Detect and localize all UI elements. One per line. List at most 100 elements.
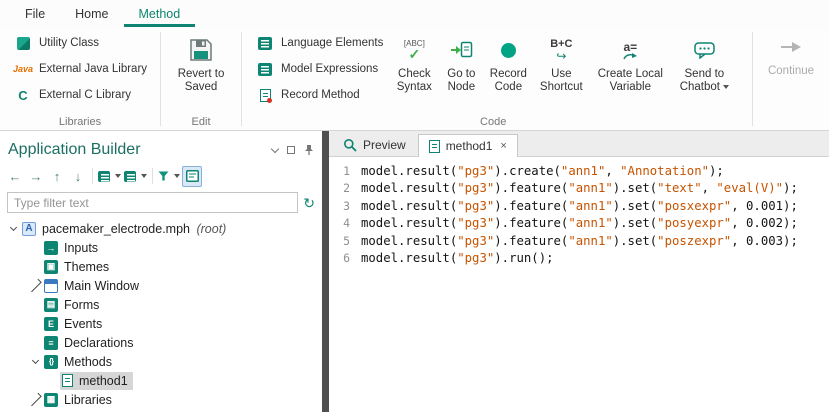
tab-method[interactable]: Method [124,0,196,27]
chevron-down-icon[interactable] [9,224,16,231]
continue-button[interactable]: Continue [755,27,827,130]
tab-preview[interactable]: Preview [332,133,417,156]
tab-method1[interactable]: method1 × [418,134,518,157]
code-editor[interactable]: 1 model.result("pg3").create("ann1", "An… [329,157,829,412]
java-icon: Java [13,64,33,74]
forward-arrow-icon: → [30,170,43,183]
application-tree: A pacemaker_electrode.mph (root) → Input… [0,217,322,412]
send-to-chatbot-label: Send to Chatbot [680,68,724,93]
grouping-menu-button[interactable] [97,166,122,187]
move-down-button[interactable]: ↓ [68,166,88,187]
code-text[interactable]: model.result("pg3").feature("ann1").set(… [361,234,798,248]
code-line[interactable]: 5 model.result("pg3").feature("ann1").se… [329,232,829,250]
model-expressions-button[interactable]: Model Expressions [248,56,390,82]
editor-view-icon [186,170,199,182]
nav-back-button[interactable]: ← [5,166,25,187]
go-to-node-label: Go to Node [439,68,483,94]
revert-to-saved-button[interactable]: Revert to Saved [169,30,233,108]
editor-toggle-button[interactable] [182,166,202,187]
code-line[interactable]: 4 model.result("pg3").feature("ann1").se… [329,215,829,233]
methods-icon: {} [44,355,58,369]
tab-file[interactable]: File [10,0,60,27]
tree-row-libraries[interactable]: ▦ Libraries [0,390,322,409]
tree-item-label: Themes [64,260,109,274]
utility-class-icon [17,37,30,50]
close-tab-icon[interactable]: × [500,140,506,152]
tab-method1-label: method1 [446,139,493,153]
language-elements-icon [258,37,272,50]
tree-row-inputs[interactable]: → Inputs [0,238,322,257]
create-local-variable-button[interactable]: a= Create Local Variable [590,30,670,114]
tree-item-label: Forms [64,298,99,312]
tree-row-declarations[interactable]: ≡ Declarations [0,333,322,352]
check-syntax-button[interactable]: [ABC] ✓ Check Syntax [390,30,438,114]
external-java-library-button[interactable]: Java External Java Library [6,56,154,82]
method-document-icon [62,374,73,387]
send-to-chatbot-button[interactable]: Send to Chatbot [670,30,738,114]
continue-label: Continue [768,65,814,78]
panel-float-icon[interactable] [287,146,295,154]
model-expressions-label: Model Expressions [281,63,378,75]
chevron-down-icon[interactable] [31,357,38,364]
tree-row-method1[interactable]: method1 [0,371,322,390]
nav-forward-button[interactable]: → [26,166,46,187]
code-line[interactable]: 3 model.result("pg3").feature("ann1").se… [329,197,829,215]
chevron-right-icon[interactable] [28,393,41,406]
editor-tab-bar: Preview method1 × [329,131,829,157]
events-icon: E [44,317,58,331]
line-number: 6 [329,251,361,265]
group-label-code: Code [244,116,742,128]
group-label-edit: Edit [163,116,239,128]
code-text[interactable]: model.result("pg3").create("ann1", "Anno… [361,164,724,178]
record-method-label: Record Method [281,89,360,101]
code-line[interactable]: 2 model.result("pg3").feature("ann1").se… [329,180,829,198]
panel-splitter[interactable] [322,131,329,412]
go-to-node-button[interactable]: Go to Node [438,30,484,114]
code-text[interactable]: model.result("pg3").feature("ann1").set(… [361,216,798,230]
tree-item-label: Events [64,317,102,331]
preview-magnifier-icon [343,138,357,152]
editor-panel: Preview method1 × 1 model.result("pg3").… [329,131,829,412]
a-equals-icon: a= [624,41,638,53]
language-elements-button[interactable]: Language Elements [248,30,390,56]
record-code-button[interactable]: Record Code [484,30,532,114]
ribbon: Utility Class Java External Java Library… [0,27,829,131]
ribbon-separator [752,32,753,126]
line-number: 4 [329,216,361,230]
ribbon-group-code: Language Elements Model Expressions Reco… [244,27,742,130]
chevron-down-icon [115,174,121,178]
move-up-button[interactable]: ↑ [47,166,67,187]
code-line[interactable]: 6 model.result("pg3").run(); [329,250,829,268]
code-text[interactable]: model.result("pg3").run(); [361,251,554,265]
up-arrow-icon: ↑ [54,170,61,183]
tab-home[interactable]: Home [60,0,123,27]
code-text[interactable]: model.result("pg3").feature("ann1").set(… [361,199,798,213]
tree-row-forms[interactable]: ▤ Forms [0,295,322,314]
record-method-button[interactable]: Record Method [248,82,390,108]
external-c-library-button[interactable]: C External C Library [6,82,154,108]
tree-row-root[interactable]: A pacemaker_electrode.mph (root) [0,219,322,238]
sort-menu-button[interactable] [123,166,148,187]
tree-row-themes[interactable]: ▣ Themes [0,257,322,276]
utility-class-button[interactable]: Utility Class [6,30,154,56]
code-text[interactable]: model.result("pg3").feature("ann1").set(… [361,181,798,195]
continue-arrow-icon [779,40,803,54]
tree-row-events[interactable]: E Events [0,314,322,333]
panel-pin-icon[interactable] [304,144,314,156]
line-number: 2 [329,181,361,195]
tree-item-label: Main Window [64,279,139,293]
use-shortcut-button[interactable]: B+C ↪ Use Shortcut [532,30,590,114]
panel-menu-chevron-icon[interactable] [271,144,279,152]
use-shortcut-label: Use Shortcut [533,68,589,94]
tree-row-main-window[interactable]: Main Window [0,276,322,295]
tree-row-methods[interactable]: {} Methods [0,352,322,371]
libraries-icon: ▦ [44,393,58,407]
filter-input[interactable] [7,192,298,213]
create-local-variable-label: Create Local Variable [591,68,669,94]
code-line[interactable]: 1 model.result("pg3").create("ann1", "An… [329,162,829,180]
back-arrow-icon: ← [9,170,22,183]
chevron-right-icon[interactable] [28,279,41,292]
refresh-icon[interactable]: ↻ [303,196,315,210]
filter-menu-button[interactable] [157,166,181,187]
ribbon-separator [160,32,161,126]
